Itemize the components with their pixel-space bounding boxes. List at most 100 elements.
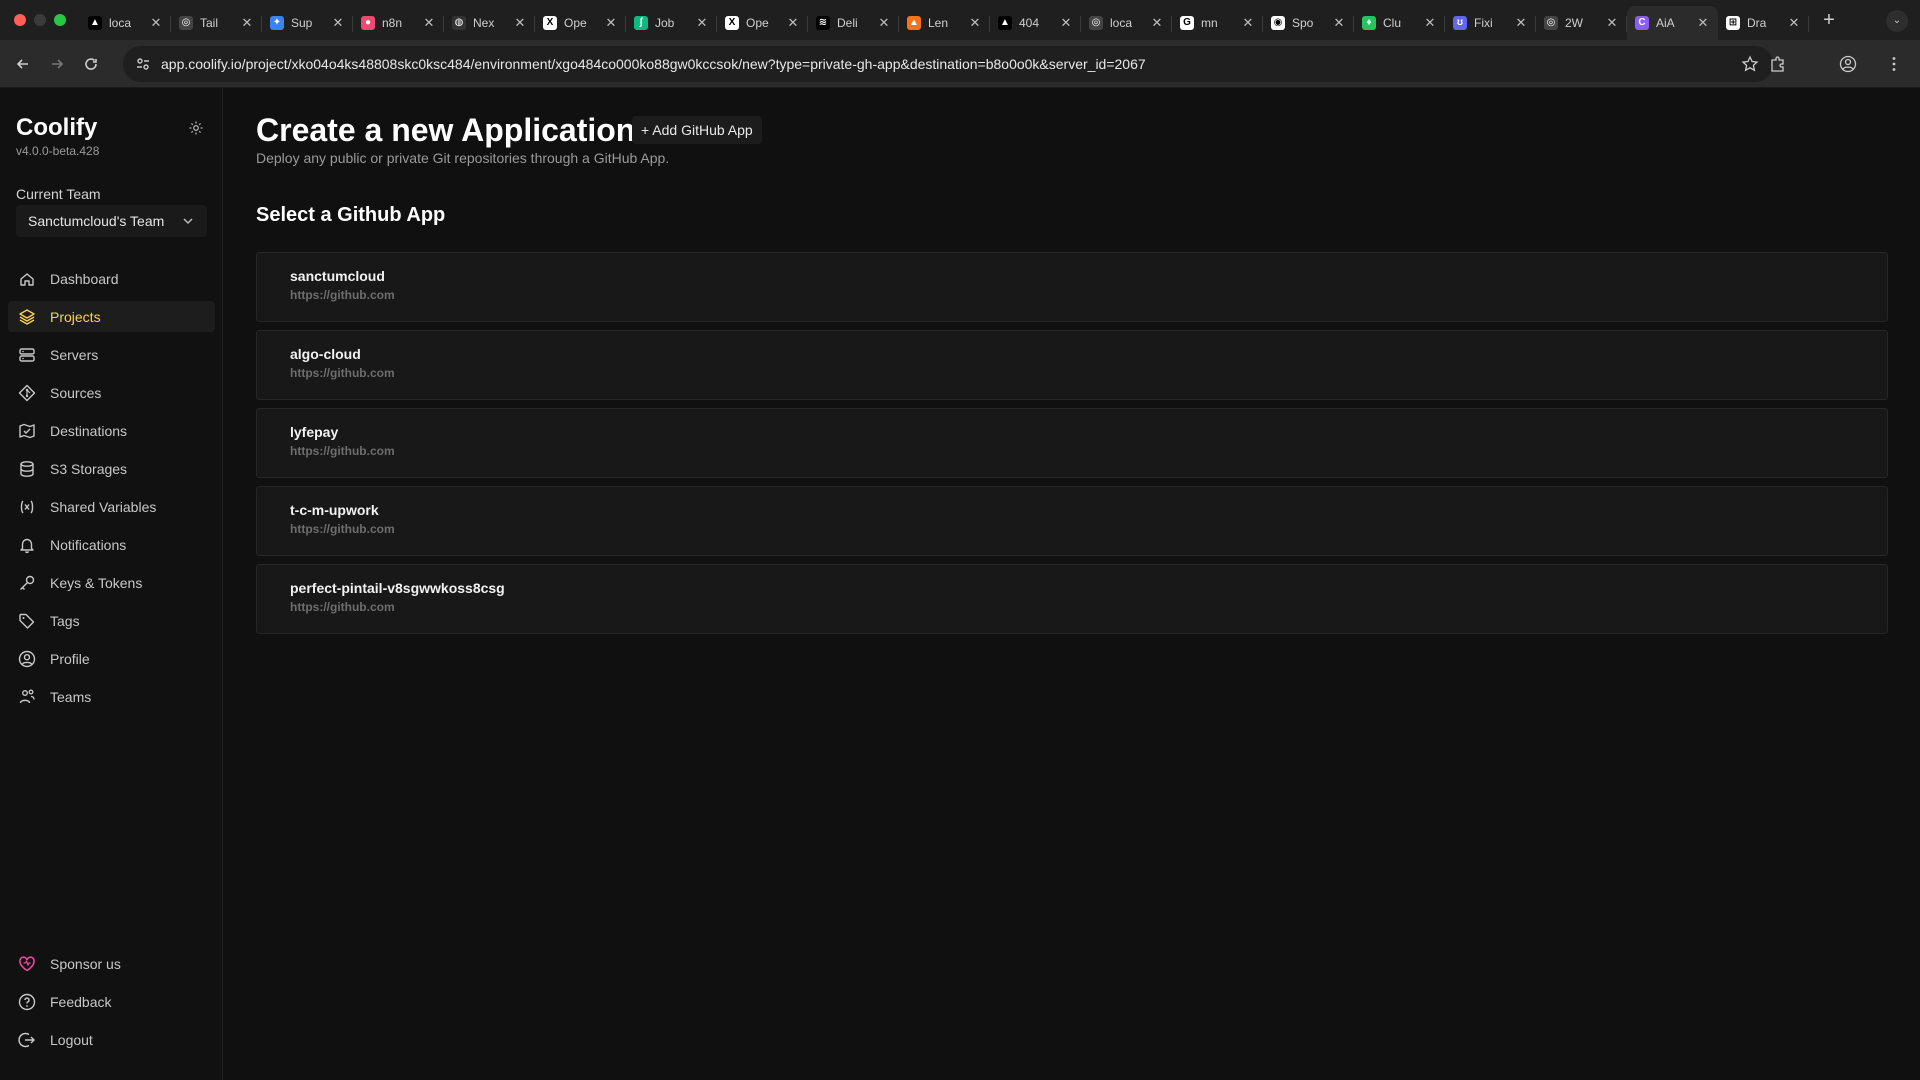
browser-menu-icon[interactable] — [1876, 46, 1912, 82]
brand-logo[interactable]: Coolify — [16, 114, 97, 142]
maximize-window-button[interactable] — [54, 14, 66, 26]
tab-favicon-icon: ♦ — [1362, 16, 1376, 30]
git-icon — [18, 384, 36, 401]
coolify-app: Coolify v4.0.0-beta.428 Current Team San… — [0, 88, 1920, 1080]
sidebar-item-logout[interactable]: Logout — [8, 1024, 215, 1055]
browser-tab[interactable]: ◎ Tail ✕ — [171, 6, 262, 40]
section-title: Select a Github App — [256, 204, 446, 226]
github-app-host: https://github.com — [290, 600, 395, 614]
tab-title: Clu — [1383, 16, 1402, 30]
tab-favicon-icon: ◎ — [1089, 16, 1103, 30]
profile-icon[interactable] — [1830, 46, 1866, 82]
github-app-card[interactable]: t-c-m-upwork https://github.com — [256, 486, 1888, 556]
site-settings-icon[interactable] — [135, 56, 151, 72]
sidebar-item-label: Profile — [50, 650, 90, 667]
new-tab-button[interactable]: + — [1815, 6, 1843, 34]
browser-tab[interactable]: ● n8n ✕ — [353, 6, 444, 40]
tab-title: Ope — [564, 16, 587, 30]
close-tab-icon[interactable]: ✕ — [1787, 15, 1801, 31]
github-app-card[interactable]: perfect-pintail-v8sgwwkoss8csg https://gi… — [256, 564, 1888, 634]
browser-tab[interactable]: C AiA ✕ — [1627, 6, 1718, 40]
browser-tab[interactable]: ◎ loca ✕ — [1081, 6, 1172, 40]
sidebar-item-feedback[interactable]: Feedback — [8, 986, 215, 1017]
github-app-name: lyfepay — [290, 424, 339, 440]
tab-title: Tail — [200, 16, 219, 30]
sidebar-item-sponsor-us[interactable]: Sponsor us — [8, 948, 215, 979]
sidebar-item-projects[interactable]: Projects — [8, 301, 215, 332]
sidebar-item-profile[interactable]: Profile — [8, 643, 215, 674]
close-tab-icon[interactable]: ✕ — [1423, 15, 1437, 31]
browser-tab[interactable]: ◎ 2W ✕ — [1536, 6, 1627, 40]
sidebar-item-sources[interactable]: Sources — [8, 377, 215, 408]
close-tab-icon[interactable]: ✕ — [786, 15, 800, 31]
close-tab-icon[interactable]: ✕ — [331, 15, 345, 31]
github-app-card[interactable]: lyfepay https://github.com — [256, 408, 1888, 478]
sidebar-item-notifications[interactable]: Notifications — [8, 529, 215, 560]
browser-tab[interactable]: ✦ Sup ✕ — [262, 6, 353, 40]
github-app-card[interactable]: sanctumcloud https://github.com — [256, 252, 1888, 322]
tab-search-icon[interactable]: ⌄ — [1886, 10, 1908, 32]
close-tab-icon[interactable]: ✕ — [968, 15, 982, 31]
settings-gear-icon[interactable] — [188, 120, 204, 136]
tab-strip: ▲ loca ✕ ◎ Tail ✕ ✦ Sup ✕ ● n8n ✕ ◍ Nex ✕ X Ope ✕ ʃ Job ✕ X Op… — [80, 0, 1809, 40]
reload-icon[interactable] — [74, 47, 108, 81]
close-tab-icon[interactable]: ✕ — [513, 15, 527, 31]
github-app-name: perfect-pintail-v8sgwwkoss8csg — [290, 580, 505, 596]
close-tab-icon[interactable]: ✕ — [1150, 15, 1164, 31]
database-icon — [20, 460, 34, 477]
github-app-card[interactable]: algo-cloud https://github.com — [256, 330, 1888, 400]
browser-tab[interactable]: X Ope ✕ — [535, 6, 626, 40]
browser-tab[interactable]: ⊞ Dra ✕ — [1718, 6, 1809, 40]
back-icon[interactable] — [6, 47, 40, 81]
sidebar-item-servers[interactable]: Servers — [8, 339, 215, 370]
browser-tab[interactable]: ▲ Len ✕ — [899, 6, 990, 40]
browser-tab[interactable]: ʃ Job ✕ — [626, 6, 717, 40]
close-tab-icon[interactable]: ✕ — [877, 15, 891, 31]
sidebar-item-dashboard[interactable]: Dashboard — [8, 263, 215, 294]
tab-title: n8n — [382, 16, 403, 30]
close-tab-icon[interactable]: ✕ — [149, 15, 163, 31]
close-tab-icon[interactable]: ✕ — [1332, 15, 1346, 31]
sidebar-item-teams[interactable]: Teams — [8, 681, 215, 712]
layers-icon — [19, 308, 35, 325]
add-github-app-button[interactable]: + Add GitHub App — [632, 116, 762, 144]
browser-tab[interactable]: Gmn ✕ — [1172, 6, 1263, 40]
tab-favicon-icon: ✦ — [270, 16, 284, 30]
tab-favicon-icon: C — [1635, 16, 1649, 30]
browser-tab[interactable]: ◍ Nex ✕ — [444, 6, 535, 40]
sidebar-item-destinations[interactable]: Destinations — [8, 415, 215, 446]
forward-icon[interactable] — [40, 47, 74, 81]
close-tab-icon[interactable]: ✕ — [604, 15, 618, 31]
team-select[interactable]: Sanctumcloud's Team — [16, 205, 207, 237]
window-controls — [0, 14, 80, 26]
browser-tab[interactable]: ◉ Spo ✕ — [1263, 6, 1354, 40]
sidebar-item-tags[interactable]: Tags — [8, 605, 215, 636]
extensions-icon[interactable] — [1760, 46, 1796, 82]
close-tab-icon[interactable]: ✕ — [1514, 15, 1528, 31]
sidebar-item-label: Sponsor us — [50, 955, 121, 972]
browser-tab[interactable]: ʊ Fixi ✕ — [1445, 6, 1536, 40]
close-tab-icon[interactable]: ✕ — [240, 15, 254, 31]
close-tab-icon[interactable]: ✕ — [695, 15, 709, 31]
browser-tab[interactable]: ▲ 404 ✕ — [990, 6, 1081, 40]
sidebar-item-label: Notifications — [50, 536, 127, 553]
browser-tab[interactable]: ♦ Clu ✕ — [1354, 6, 1445, 40]
logout-icon — [18, 1032, 35, 1047]
sidebar-item-label: Projects — [50, 308, 101, 325]
browser-tab[interactable]: ▲ loca ✕ — [80, 6, 171, 40]
browser-tab[interactable]: ≋ Deli ✕ — [808, 6, 899, 40]
sidebar-item-shared-variables[interactable]: Shared Variables — [8, 491, 215, 522]
close-tab-icon[interactable]: ✕ — [422, 15, 436, 31]
close-tab-icon[interactable]: ✕ — [1696, 15, 1710, 31]
close-tab-icon[interactable]: ✕ — [1605, 15, 1619, 31]
close-tab-icon[interactable]: ✕ — [1059, 15, 1073, 31]
close-window-button[interactable] — [14, 14, 26, 26]
sidebar-item-keys-tokens[interactable]: Keys & Tokens — [8, 567, 215, 598]
close-tab-icon[interactable]: ✕ — [1241, 15, 1255, 31]
sidebar-item-label: Logout — [50, 1031, 93, 1048]
browser-tab[interactable]: X Ope ✕ — [717, 6, 808, 40]
address-bar[interactable]: app.coolify.io/project/xko04o4ks48808skc… — [123, 46, 1773, 82]
sidebar-item-s3-storages[interactable]: S3 Storages — [8, 453, 215, 484]
minimize-window-button[interactable] — [34, 14, 46, 26]
tab-title: loca — [1110, 16, 1133, 30]
